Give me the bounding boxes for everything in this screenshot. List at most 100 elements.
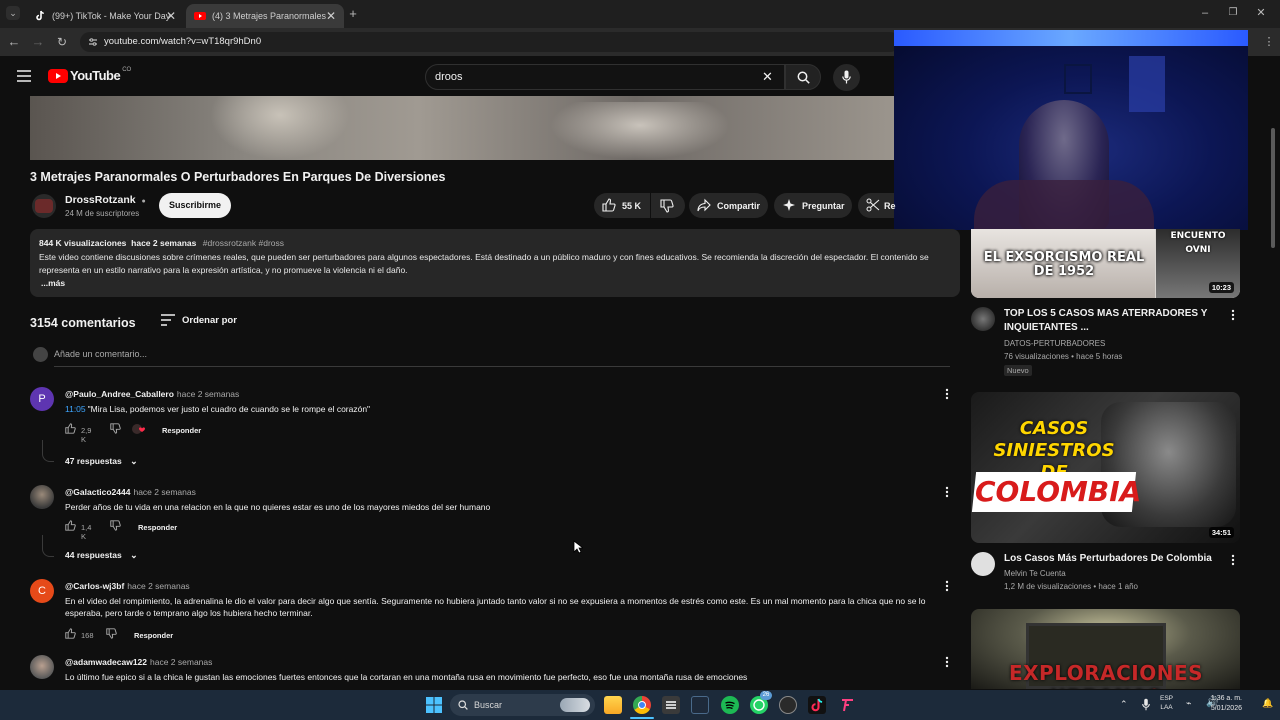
subscriber-count: 24 M de suscriptores <box>65 209 140 218</box>
video-description[interactable]: 844 K visualizaciones hace 2 semanas #dr… <box>30 229 960 297</box>
comment-avatar[interactable] <box>30 655 54 679</box>
voice-search-button[interactable] <box>833 64 860 91</box>
keyboard-layout: LAA <box>1160 704 1173 711</box>
comment-text: En el video del rompimiento, la adrenali… <box>65 596 926 618</box>
video-menu-icon[interactable] <box>1229 553 1237 567</box>
capcut-icon[interactable] <box>662 696 680 714</box>
subscribe-button[interactable]: Suscribirme <box>159 193 231 218</box>
active-app-indicator <box>630 717 654 719</box>
comment-author[interactable]: @Galactico2444 hace 2 semanas <box>65 487 196 497</box>
sort-icon[interactable] <box>161 314 175 326</box>
comment-author[interactable]: @Carlos-wj3bf hace 2 semanas <box>65 581 190 591</box>
search-button[interactable] <box>785 64 821 90</box>
thumbs-up-icon[interactable] <box>65 520 76 531</box>
sidebar-channel-name[interactable]: Melvin Te Cuenta <box>1004 569 1066 578</box>
reload-icon[interactable]: ↻ <box>55 35 69 49</box>
minimize-icon[interactable]: – <box>1198 6 1212 20</box>
dislike-button[interactable] <box>651 193 685 218</box>
share-button[interactable]: Compartir <box>689 193 768 218</box>
sidebar-video-title[interactable]: Los Casos Más Perturbadores De Colombia <box>1004 552 1226 566</box>
address-bar[interactable]: youtube.com/watch?v=wT18qr9hDn0 <box>80 32 900 52</box>
sidebar-video-title[interactable]: TOP LOS 5 CASOS MAS ATERRADORES Y INQUIE… <box>1004 307 1226 335</box>
comment-thread: @Galactico2444 hace 2 semanas Perder años… <box>30 485 955 560</box>
reply-button[interactable]: Responder <box>162 426 201 435</box>
thumbs-down-icon[interactable] <box>110 520 121 531</box>
clear-search-icon[interactable]: ✕ <box>762 69 773 85</box>
channel-avatar[interactable] <box>32 194 56 218</box>
page-scrollbar[interactable] <box>1271 128 1275 248</box>
video-menu-icon[interactable] <box>1229 308 1237 322</box>
sort-button[interactable]: Ordenar por <box>182 315 237 326</box>
obs-icon[interactable] <box>779 696 797 714</box>
hashtags[interactable]: #drossrotzank #dross <box>203 238 284 248</box>
notifications-icon[interactable]: 🔔 <box>1262 698 1273 709</box>
comment-author[interactable]: @adamwadecaw122 hace 2 semanas <box>65 657 212 667</box>
thumbs-up-icon[interactable] <box>65 423 76 434</box>
tab-tiktok[interactable]: (99+) TikTok - Make Your Day ✕ <box>26 4 184 28</box>
reply-button[interactable]: Responder <box>138 523 177 532</box>
spotify-icon[interactable] <box>721 696 739 714</box>
comment-avatar[interactable] <box>30 485 54 509</box>
tab-label: (4) 3 Metrajes Paranormales O <box>212 11 326 21</box>
taskbar-search[interactable]: Buscar <box>450 694 595 716</box>
sidebar-video[interactable]: EL EXSORCISMO REAL DE 1952 ENCUENTO OVNI… <box>971 229 1241 379</box>
editor-app-icon[interactable] <box>691 696 709 714</box>
channel-avatar[interactable] <box>971 307 995 331</box>
browser-menu-icon[interactable]: ⋮ <box>1262 35 1276 49</box>
channel-avatar[interactable] <box>971 552 995 576</box>
network-icon[interactable]: ⌁ <box>1186 698 1191 709</box>
close-window-icon[interactable]: ✕ <box>1254 6 1268 20</box>
tab-youtube[interactable]: (4) 3 Metrajes Paranormales O ✕ <box>186 4 344 28</box>
comment-avatar[interactable]: C <box>30 579 54 603</box>
forward-icon[interactable]: → <box>31 35 45 49</box>
chevron-up-icon[interactable]: ⌃ <box>1120 699 1128 710</box>
video-thumbnail[interactable]: EL EXSORCISMO REAL DE 1952 ENCUENTO OVNI… <box>971 229 1240 298</box>
sidebar-video[interactable]: EXPLORACIONES URBANAS <box>971 609 1241 689</box>
new-tab-icon[interactable]: + <box>346 7 360 21</box>
view-replies-button[interactable]: 44 respuestas ⌄ <box>65 550 138 561</box>
video-thumbnail[interactable]: CASOS SINIESTROS DE COLOMBIA 34:51 <box>971 392 1240 543</box>
language-indicator[interactable]: ESP LAA <box>1160 694 1173 712</box>
windows-start-icon[interactable] <box>426 697 442 713</box>
video-thumbnail[interactable]: EXPLORACIONES URBANAS <box>971 609 1240 689</box>
thumbs-down-icon[interactable] <box>106 628 117 639</box>
maximize-icon[interactable]: ❐ <box>1226 6 1240 20</box>
thumbs-up-icon[interactable] <box>65 628 76 639</box>
thumbs-down-icon[interactable] <box>110 423 121 434</box>
sidebar-video[interactable]: CASOS SINIESTROS DE COLOMBIA 34:51 Los C… <box>971 392 1241 592</box>
youtube-logo[interactable]: YouTube CO <box>48 67 131 83</box>
timestamp-link[interactable]: 11:05 <box>65 404 86 414</box>
channel-name[interactable]: DrossRotzank ● <box>65 194 146 206</box>
close-tab-icon[interactable]: ✕ <box>326 9 336 23</box>
clock[interactable]: 1:36 a. m. 5/01/2026 <box>1198 694 1242 714</box>
comment-menu-icon[interactable] <box>942 579 952 593</box>
tiktok-icon[interactable] <box>808 696 826 714</box>
site-info-icon[interactable] <box>88 37 98 47</box>
chrome-icon[interactable] <box>633 696 651 714</box>
thumbs-down-icon <box>660 199 674 213</box>
ask-button[interactable]: Preguntar <box>774 193 852 218</box>
clip-button[interactable]: Re <box>858 193 896 218</box>
comment-menu-icon[interactable] <box>942 655 952 669</box>
hamburger-menu-icon[interactable] <box>17 70 31 82</box>
back-icon[interactable]: ← <box>7 35 21 49</box>
add-comment-input[interactable]: Añade un comentario... <box>54 349 147 359</box>
reply-button[interactable]: Responder <box>134 631 173 640</box>
tab-list-icon[interactable]: ⌄ <box>6 6 20 20</box>
font-app-icon[interactable] <box>838 696 856 714</box>
like-button[interactable]: 55 K <box>594 193 650 218</box>
comment-menu-icon[interactable] <box>942 387 952 401</box>
browser-tab-bar: ⌄ (99+) TikTok - Make Your Day ✕ (4) 3 M… <box>0 0 1280 28</box>
microphone-icon[interactable] <box>1142 698 1150 711</box>
file-explorer-icon[interactable] <box>604 696 622 714</box>
view-replies-button[interactable]: 47 respuestas ⌄ <box>65 456 138 467</box>
comment-avatar[interactable]: P <box>30 387 54 411</box>
video-frame-detail <box>550 102 730 160</box>
comment-author[interactable]: @Paulo_Andree_Caballero hace 2 semanas <box>65 389 239 399</box>
sidebar-channel-name[interactable]: DATOS-PERTURBADORES <box>1004 339 1105 348</box>
comment-menu-icon[interactable] <box>942 485 952 499</box>
close-tab-icon[interactable]: ✕ <box>166 9 176 23</box>
show-more-link[interactable]: ...más <box>41 278 65 288</box>
search-input[interactable]: droos ✕ <box>425 64 785 90</box>
video-player[interactable] <box>30 96 894 160</box>
